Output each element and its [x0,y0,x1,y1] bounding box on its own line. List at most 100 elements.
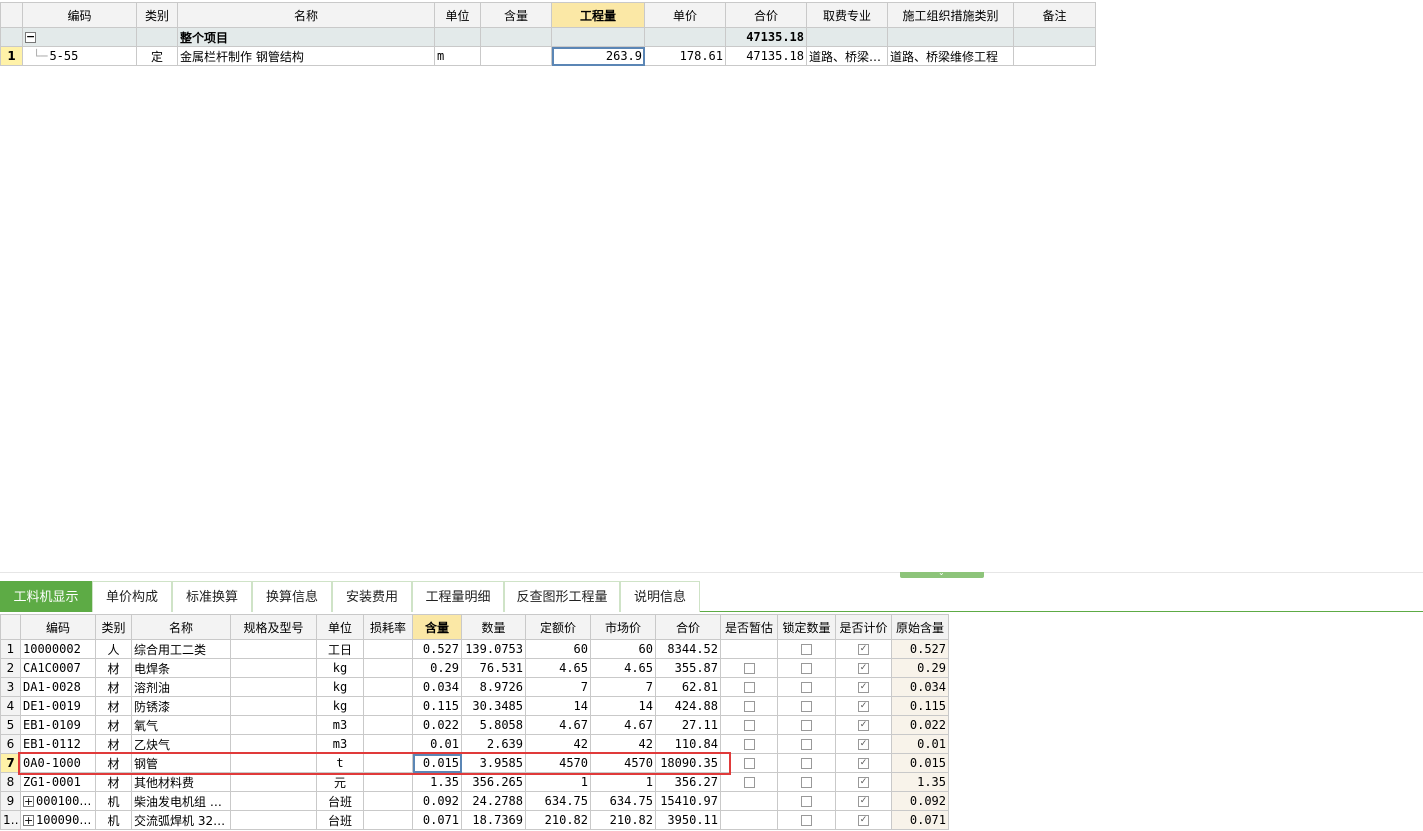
resource-market-price[interactable]: 4.67 [590,715,656,735]
resource-content[interactable]: 0.071 [412,810,462,830]
checkbox-icon[interactable] [801,796,812,807]
resource-name[interactable]: 钢管 [131,753,231,773]
resource-content[interactable]: 0.29 [412,658,462,678]
resource-qty[interactable]: 18.7369 [461,810,526,830]
checkbox-icon[interactable]: ✓ [858,644,869,655]
resource-loss-rate[interactable] [363,772,413,792]
table-row[interactable]: 1 └─ 5-55 定 金属栏杆制作 钢管结构 m 263.9 178.61 47… [0,46,1096,66]
is-estimate-cell[interactable] [720,677,778,697]
header-name[interactable]: 名称 [177,2,435,28]
lock-qty-cell[interactable] [777,696,836,716]
resource-content[interactable]: 0.022 [412,715,462,735]
checkbox-icon[interactable]: ✓ [858,682,869,693]
header-is-priced[interactable]: 是否计价 [835,614,892,640]
resource-code[interactable]: DE1-0019 [20,696,96,716]
resource-qty[interactable]: 5.8058 [461,715,526,735]
resource-market-price[interactable]: 210.82 [590,810,656,830]
resource-type[interactable]: 人 [95,639,132,659]
resource-name[interactable]: 电焊条 [131,658,231,678]
is-priced-cell[interactable]: ✓ [835,810,892,830]
row-number[interactable]: 1 [0,639,21,659]
header-unit[interactable]: 单位 [316,614,364,640]
expand-icon[interactable]: + [23,796,34,807]
lock-qty-cell[interactable] [777,658,836,678]
table-row[interactable]: 3 DA1-0028 材溶剂油 kg 0.034 8.9726 7 7 62.81 ✓ 0.034 [0,677,949,697]
table-row[interactable]: 5 EB1-0109 材氧气 m3 0.022 5.8058 4.67 4.67 27.11 ✓ 0… [0,715,949,735]
resource-market-price[interactable]: 1 [590,772,656,792]
group-name[interactable]: 整个项目 [177,27,435,47]
resource-name[interactable]: 溶剂油 [131,677,231,697]
lock-qty-cell[interactable] [777,772,836,792]
table-row[interactable]: 8 ZG1-0001 材其他材料费元 1.35 356.265 1 1 356.27 ✓ 1.35 [0,772,949,792]
resource-code[interactable]: 0A0-1000 [20,753,96,773]
resource-unit[interactable]: kg [316,658,364,678]
checkbox-icon[interactable] [743,720,755,731]
resource-spec[interactable] [230,715,317,735]
resource-qty[interactable]: 356.265 [461,772,526,792]
is-estimate-cell[interactable] [720,658,778,678]
checkbox-icon[interactable]: ✓ [858,720,869,731]
resource-content[interactable]: 0.115 [412,696,462,716]
resource-qty[interactable]: 8.9726 [461,677,526,697]
checkbox-icon[interactable] [743,701,755,712]
header-is-estimate[interactable]: 是否暂估 [720,614,778,640]
quota-fee-major[interactable]: 道路、桥梁… [806,46,888,66]
header-content[interactable]: 含量 [480,2,552,28]
header-quota-price[interactable]: 定额价 [525,614,591,640]
resource-loss-rate[interactable] [363,791,413,811]
lock-qty-cell[interactable] [777,734,836,754]
resource-spec[interactable] [230,658,317,678]
is-estimate-cell[interactable] [720,734,778,754]
resource-market-price[interactable]: 634.75 [590,791,656,811]
quota-quantity[interactable]: 263.9 [551,46,645,66]
lock-qty-cell[interactable] [777,715,836,735]
header-content[interactable]: 含量 [412,614,462,640]
is-priced-cell[interactable]: ✓ [835,753,892,773]
resource-type[interactable]: 材 [95,715,132,735]
resource-market-price[interactable]: 4570 [590,753,656,773]
tab-price-composition[interactable]: 单价构成 [92,581,172,612]
expand-icon[interactable]: + [23,815,34,826]
resource-type[interactable]: 材 [95,696,132,716]
header-original-content[interactable]: 原始含量 [891,614,949,640]
is-estimate-cell[interactable] [720,753,778,773]
resource-spec[interactable] [230,734,317,754]
resource-code[interactable]: CA1C0007 [20,658,96,678]
checkbox-icon[interactable]: ✓ [858,758,869,769]
resource-unit[interactable]: t [316,753,364,773]
top-quota-grid[interactable]: 编码 类别 名称 单位 含量 工程量 单价 合价 取费专业 施工组织措施类别 备… [0,2,1096,66]
lock-qty-cell[interactable] [777,639,836,659]
lock-qty-cell[interactable] [777,791,836,811]
quota-unit[interactable]: m [434,46,481,66]
quota-unit-price[interactable]: 178.61 [644,46,726,66]
tab-description[interactable]: 说明信息 [620,581,700,612]
checkbox-icon[interactable] [801,739,812,750]
is-priced-cell[interactable]: ✓ [835,696,892,716]
row-number[interactable]: 3 [0,677,21,697]
resource-name[interactable]: 乙炔气 [131,734,231,754]
checkbox-icon[interactable] [801,663,812,674]
is-priced-cell[interactable]: ✓ [835,639,892,659]
row-number[interactable]: 1 [0,46,23,66]
resource-spec[interactable] [230,810,317,830]
header-unit[interactable]: 单位 [434,2,481,28]
row-number[interactable]: 9 [0,791,21,811]
tab-labor-material-machine[interactable]: 工料机显示 [0,581,92,612]
corner-cell[interactable] [0,614,21,640]
checkbox-icon[interactable] [743,777,755,788]
checkbox-icon[interactable] [801,720,812,731]
lock-qty-cell[interactable] [777,753,836,773]
resource-loss-rate[interactable] [363,696,413,716]
resource-type[interactable]: 材 [95,658,132,678]
resource-market-price[interactable]: 4.65 [590,658,656,678]
resource-spec[interactable] [230,772,317,792]
resource-type[interactable]: 机 [95,810,132,830]
splitter-handle[interactable]: ⌄ [900,568,984,578]
resource-spec[interactable] [230,791,317,811]
group-row-whole-project[interactable]: − 整个项目 47135.18 [0,27,1096,47]
resource-type[interactable]: 机 [95,791,132,811]
resource-unit[interactable]: m3 [316,715,364,735]
checkbox-icon[interactable] [801,777,812,788]
resource-content[interactable]: 0.01 [412,734,462,754]
resource-qty[interactable]: 76.531 [461,658,526,678]
